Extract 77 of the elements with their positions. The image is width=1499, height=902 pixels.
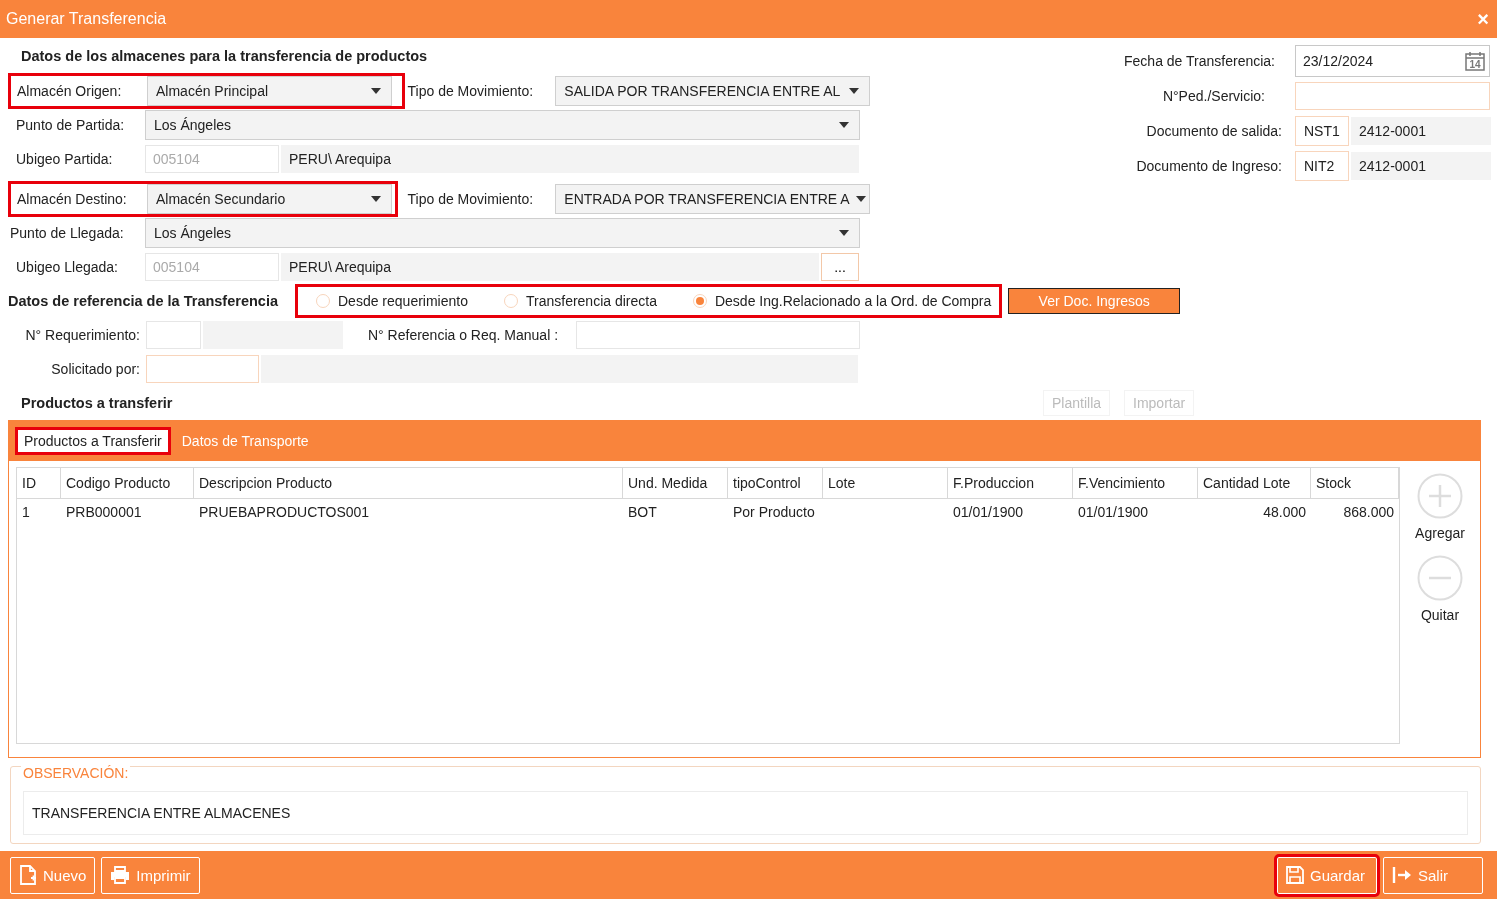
field-label: Tipo de Movimiento:	[407, 83, 535, 99]
field-label: Ubigeo Llegada:	[15, 259, 119, 275]
field-label: N°Ped./Servicio:	[1161, 88, 1266, 104]
number-field: 2412-0001	[1351, 152, 1491, 180]
table-cell: Por Producto	[733, 504, 815, 520]
caret-icon	[371, 88, 381, 94]
calendar-icon: 14	[1465, 51, 1485, 71]
section-heading: Datos de los almacenes para la transferencia de productos	[21, 48, 428, 64]
section-heading: Datos de referencia de la Transferencia	[8, 293, 278, 309]
table-cell: 01/01/1900	[1078, 504, 1149, 520]
dropdown[interactable]: Almacén Secundario	[147, 184, 392, 214]
number-field: 2412-0001	[1351, 117, 1491, 145]
column-header[interactable]: Cantidad Lote	[1198, 468, 1311, 498]
dropdown[interactable]: Los Ángeles	[145, 110, 860, 140]
input-field[interactable]	[1295, 82, 1490, 110]
column-header[interactable]: tipoControl	[728, 468, 823, 498]
caret-icon	[855, 196, 866, 202]
table-cell: PRB000001	[66, 504, 142, 520]
column-header[interactable]: Stock	[1311, 468, 1399, 498]
table-cell: 1	[22, 504, 30, 520]
radio-option[interactable]: Desde requerimiento	[316, 293, 468, 309]
printer-icon	[110, 866, 131, 884]
section-heading: Productos a transferir	[21, 395, 174, 411]
column-header[interactable]: F.Produccion	[948, 468, 1073, 498]
tab[interactable]: Productos a Transferir	[15, 427, 171, 455]
caret-icon	[839, 230, 849, 236]
plus-circle-icon	[1417, 473, 1463, 519]
browse-button[interactable]: ...	[821, 253, 859, 281]
table-cell: PRUEBAPRODUCTOS001	[199, 504, 370, 520]
table-cell: 868.000	[1343, 504, 1394, 520]
observation-field[interactable]: TRANSFERENCIA ENTRE ALMACENES	[23, 791, 1468, 835]
series-field[interactable]: NST1	[1295, 116, 1349, 146]
dropdown[interactable]: Almacén Principal	[147, 76, 392, 106]
caret-icon	[371, 196, 381, 202]
location-field: PERU\ Arequipa	[281, 253, 819, 281]
column-header[interactable]: F.Vencimiento	[1073, 468, 1198, 498]
dropdown[interactable]: ENTRADA POR TRANSFERENCIA ENTRE A	[555, 184, 870, 214]
new-document-icon	[19, 865, 37, 885]
minus-circle-icon	[1417, 555, 1463, 601]
column-header[interactable]: Lote	[823, 468, 948, 498]
field-label: Solicitado por:	[50, 361, 141, 377]
dropdown[interactable]: SALIDA POR TRANSFERENCIA ENTRE AL	[555, 76, 870, 106]
caret-icon	[849, 88, 859, 94]
field-label: Punto de Partida:	[15, 117, 126, 133]
table-cell: 01/01/1900	[953, 504, 1024, 520]
column-header[interactable]: Und. Medida	[623, 468, 728, 498]
radio-option[interactable]: Desde Ing.Relacionado a la Ord. de Compra	[692, 293, 992, 309]
exit-icon	[1392, 866, 1412, 884]
dropdown[interactable]: Los Ángeles	[145, 218, 860, 248]
field-label: Almacén Origen:	[17, 83, 123, 99]
field-label: N° Referencia o Req. Manual :	[368, 327, 560, 343]
input-field[interactable]	[146, 321, 201, 349]
window-title: Generar Transferencia	[6, 10, 167, 28]
column-header[interactable]: Descripcion Producto	[194, 468, 623, 498]
remove-button[interactable]: Quitar	[1417, 555, 1463, 623]
field-label: Punto de Llegada:	[9, 225, 125, 241]
column-header[interactable]: ID	[17, 468, 61, 498]
floppy-disk-icon	[1286, 866, 1304, 884]
field-label: N° Requerimiento:	[24, 327, 141, 343]
series-field[interactable]: NIT2	[1295, 151, 1349, 181]
caret-icon	[839, 122, 849, 128]
group-legend: OBSERVACIÓN:	[21, 765, 131, 781]
field-label: Documento de salida:	[1145, 123, 1283, 139]
column-header[interactable]: Codigo Producto	[61, 468, 194, 498]
add-button[interactable]: Agregar	[1415, 473, 1465, 541]
table-cell: 48.000	[1263, 504, 1306, 520]
radio-option[interactable]: Transferencia directa	[503, 293, 657, 309]
field-label: Tipo de Movimiento:	[407, 191, 535, 207]
input-field[interactable]	[576, 321, 860, 349]
field-label: Almacén Destino:	[17, 191, 128, 207]
location-field: PERU\ Arequipa	[281, 145, 859, 173]
date-field[interactable]: 23/12/2024 14	[1295, 45, 1490, 77]
field-label: Ubigeo Partida:	[15, 151, 114, 167]
field-label: Fecha de Transferencia:	[1123, 53, 1276, 69]
table-cell: BOT	[628, 504, 657, 520]
input-field[interactable]	[146, 355, 259, 383]
field-label: Documento de Ingreso:	[1135, 158, 1283, 174]
